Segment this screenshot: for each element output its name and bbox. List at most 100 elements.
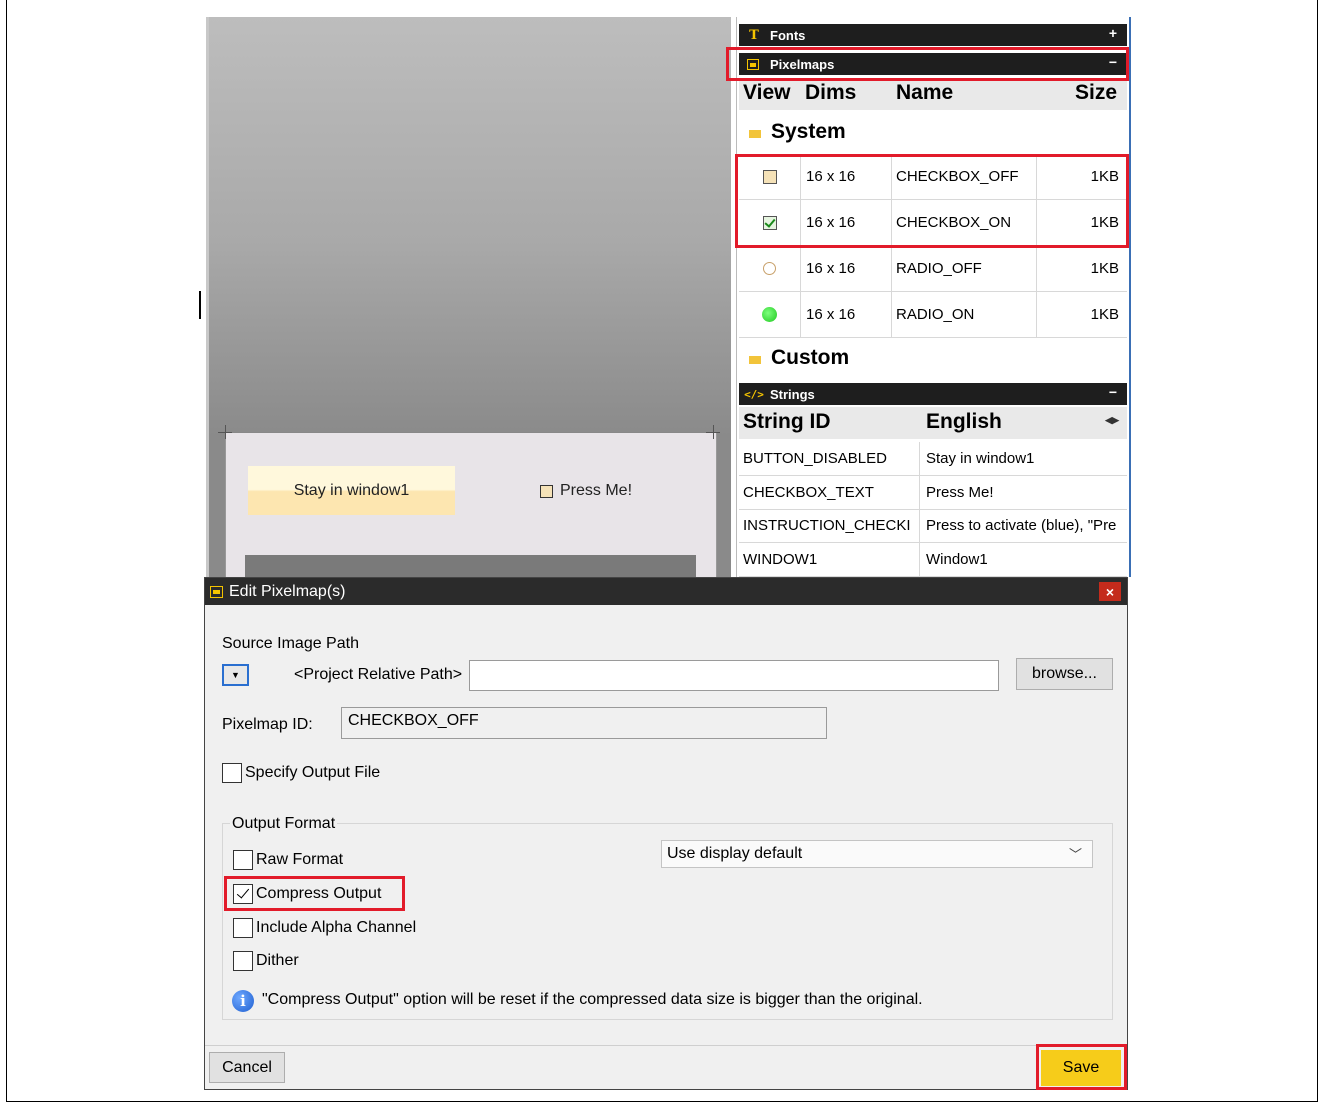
pixelmaps-header-label: Pixelmaps: [770, 56, 835, 72]
corner-mark: [225, 425, 226, 439]
checkbox-box: [233, 850, 253, 870]
pixelmap-dims: 16 x 16: [801, 292, 892, 337]
pixelmap-dims: 16 x 16: [801, 200, 892, 245]
edit-pixelmap-dialog: Edit Pixelmap(s) × Source Image Path ▼ <…: [204, 577, 1128, 1090]
string-english: Press to activate (blue), "Pre: [926, 517, 1117, 534]
format-select-value: Use display default: [667, 845, 803, 862]
info-icon: i: [232, 990, 254, 1012]
output-format-label: Output Format: [230, 815, 338, 833]
column-english[interactable]: English: [926, 410, 1002, 434]
string-id: WINDOW1: [739, 543, 920, 576]
string-english: Press Me!: [926, 484, 994, 501]
source-path-input[interactable]: [469, 660, 999, 691]
specify-output-file-label: Specify Output File: [245, 764, 381, 781]
pixelmap-dims: 16 x 16: [801, 246, 892, 291]
chevron-down-icon: ▼: [231, 670, 240, 680]
pixelmap-row[interactable]: 16 x 16 CHECKBOX_OFF 1KB: [739, 154, 1127, 200]
radio-off-icon: [763, 262, 776, 275]
string-id: BUTTON_DISABLED: [739, 442, 920, 475]
include-alpha-label: Include Alpha Channel: [256, 919, 417, 936]
column-dims[interactable]: Dims: [805, 81, 856, 105]
save-button[interactable]: Save: [1041, 1050, 1121, 1086]
pixelmap-name: CHECKBOX_OFF: [892, 154, 1037, 199]
pixelmap-name: RADIO_ON: [892, 292, 1037, 337]
source-image-path-label: Source Image Path: [222, 635, 359, 652]
checkbox-box: [233, 918, 253, 938]
expand-icon[interactable]: +: [1109, 25, 1117, 41]
pixelmap-row[interactable]: 16 x 16 CHECKBOX_ON 1KB: [739, 200, 1127, 246]
preview-prompt-bar: [245, 555, 696, 577]
specify-output-file-checkbox[interactable]: Specify Output File: [222, 763, 380, 783]
checkbox-box: [233, 951, 253, 971]
fonts-section-header[interactable]: T Fonts +: [739, 24, 1127, 46]
text-cursor: [199, 291, 201, 319]
scroll-arrows-icon[interactable]: ◀▶: [1105, 415, 1119, 426]
radio-on-icon: [762, 307, 777, 322]
strings-column-header: String ID English ◀▶: [739, 407, 1127, 439]
cancel-button[interactable]: Cancel: [209, 1052, 285, 1083]
path-mode-dropdown[interactable]: ▼: [222, 664, 249, 686]
column-size[interactable]: Size: [1075, 81, 1117, 105]
string-row[interactable]: CHECKBOX_TEXT Press Me!: [739, 476, 1127, 510]
raw-format-checkbox[interactable]: Raw Format: [233, 850, 343, 870]
pixelmap-size: 1KB: [1090, 306, 1119, 323]
compress-output-checkbox[interactable]: Compress Output: [233, 884, 381, 904]
pixelmap-size: 1KB: [1090, 260, 1119, 277]
checkbox-on-icon: [762, 215, 777, 230]
dialog-title: Edit Pixelmap(s): [229, 582, 346, 600]
pixelmap-icon: [747, 58, 759, 70]
folder-custom-label: Custom: [771, 346, 850, 369]
string-row[interactable]: WINDOW1 Window1: [739, 543, 1127, 577]
resource-panel: T Fonts + Pixelmaps − View Dims Name Siz…: [736, 17, 1131, 577]
column-view[interactable]: View: [743, 81, 790, 105]
checkbox-box: [222, 763, 242, 783]
include-alpha-checkbox[interactable]: Include Alpha Channel: [233, 918, 416, 938]
collapse-icon[interactable]: −: [1109, 54, 1117, 70]
column-name[interactable]: Name: [896, 81, 953, 105]
strings-section-header[interactable]: </> Strings −: [739, 383, 1127, 405]
string-row[interactable]: BUTTON_DISABLED Stay in window1: [739, 442, 1127, 476]
format-select[interactable]: Use display default ﹀: [661, 840, 1093, 868]
string-id: INSTRUCTION_CHECKI: [739, 509, 920, 542]
corner-mark: [713, 425, 714, 439]
press-me-checkbox[interactable]: Press Me!: [540, 482, 632, 500]
fonts-header-label: Fonts: [770, 27, 806, 43]
strings-header-label: Strings: [770, 386, 815, 402]
code-icon: </>: [744, 387, 764, 401]
compress-output-label: Compress Output: [256, 885, 382, 902]
string-id: CHECKBOX_TEXT: [739, 476, 920, 509]
pixelmap-column-header: View Dims Name Size: [739, 78, 1127, 110]
pixelmap-name: CHECKBOX_ON: [892, 200, 1037, 245]
string-english: Stay in window1: [926, 450, 1035, 467]
pixelmap-size: 1KB: [1090, 214, 1119, 231]
chevron-down-icon: ﹀: [1068, 847, 1082, 862]
string-row[interactable]: INSTRUCTION_CHECKI Press to activate (bl…: [739, 509, 1127, 543]
checkbox-icon: [540, 484, 553, 498]
collapse-icon[interactable]: −: [1109, 384, 1117, 400]
string-english: Window1: [926, 551, 988, 568]
folder-custom[interactable]: Custom: [739, 337, 1127, 379]
folder-system[interactable]: System: [739, 111, 1127, 153]
checkbox-off-icon: [762, 169, 777, 184]
font-icon: T: [749, 27, 759, 43]
pixelmap-size: 1KB: [1090, 168, 1119, 185]
folder-system-label: System: [771, 120, 846, 143]
stay-in-window-button[interactable]: Stay in window1: [248, 466, 455, 515]
browse-button[interactable]: browse...: [1016, 658, 1113, 690]
pixelmap-icon: [210, 585, 223, 598]
pixelmap-row[interactable]: 16 x 16 RADIO_OFF 1KB: [739, 246, 1127, 292]
pixelmap-name: RADIO_OFF: [892, 246, 1037, 291]
dither-checkbox[interactable]: Dither: [233, 951, 299, 971]
folder-icon: [749, 130, 761, 138]
column-string-id[interactable]: String ID: [743, 410, 831, 434]
pixelmap-id-field[interactable]: CHECKBOX_OFF: [341, 707, 827, 739]
close-icon[interactable]: ×: [1099, 582, 1121, 601]
folder-icon: [749, 356, 761, 364]
pixelmaps-section-header[interactable]: Pixelmaps −: [739, 53, 1127, 75]
dither-label: Dither: [256, 952, 299, 969]
dialog-titlebar[interactable]: Edit Pixelmap(s): [205, 578, 1127, 605]
checkmark-icon: [233, 884, 253, 904]
pixelmap-dims: 16 x 16: [801, 154, 892, 199]
pixelmap-id-label: Pixelmap ID:: [222, 716, 313, 733]
pixelmap-row[interactable]: 16 x 16 RADIO_ON 1KB: [739, 292, 1127, 338]
